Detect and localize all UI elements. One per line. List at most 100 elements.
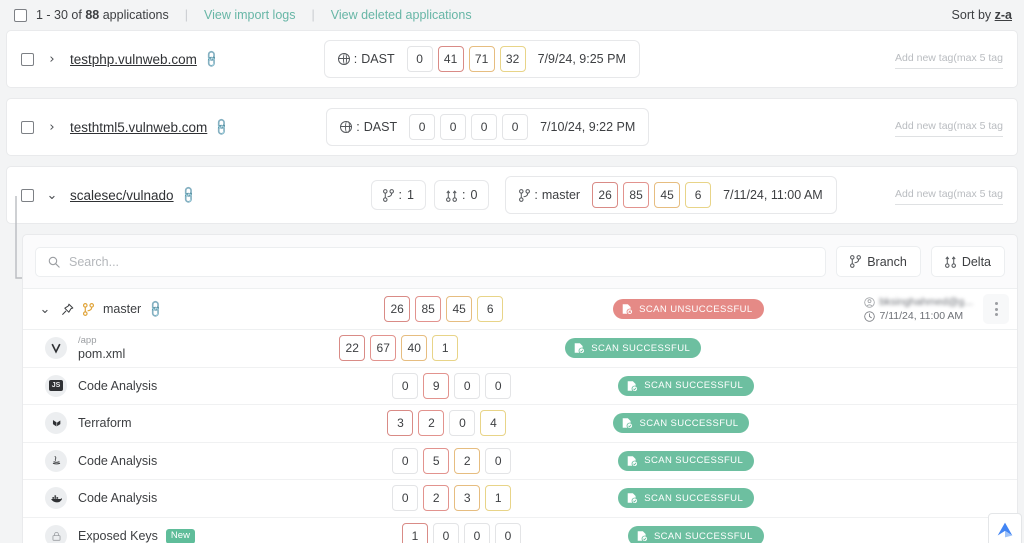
scan-success-icon [626, 455, 638, 467]
select-all-checkbox[interactable] [14, 9, 27, 22]
severity-badge-low[interactable]: 6 [477, 296, 503, 322]
scan-meta: bksinghahmed@g... 7/11/24, 11:00 AM [864, 296, 973, 322]
severity-badge-critical[interactable]: 26 [592, 182, 618, 208]
severity-badge-critical[interactable]: 26 [384, 296, 410, 322]
add-tag-input[interactable] [895, 186, 1003, 205]
scan-row[interactable]: Exposed KeysNew 1 0 0 0 SCAN SUCCESSFUL [23, 518, 1017, 543]
row-menu-button[interactable] [983, 294, 1009, 324]
severity-badge-low[interactable]: 0 [485, 448, 511, 474]
application-checkbox[interactable] [21, 121, 34, 134]
chevron-right-icon[interactable]: › [44, 120, 60, 135]
status-badge: SCAN SUCCESSFUL [613, 413, 749, 433]
severity-badge-critical[interactable]: 3 [387, 410, 413, 436]
chevron-down-icon[interactable]: ⌄ [44, 188, 60, 203]
application-row[interactable]: › testhtml5.vulnweb.com 🔗 : DAST 0 0 0 0 [7, 99, 1017, 155]
severity-badge-medium[interactable]: 0 [464, 523, 490, 543]
application-name-link[interactable]: testphp.vulnweb.com [70, 52, 197, 67]
severity-badge-critical[interactable]: 22 [339, 335, 365, 361]
sort-order-toggle[interactable]: z-a [995, 8, 1012, 22]
severity-badge-medium[interactable]: 40 [401, 335, 427, 361]
application-checkbox[interactable] [21, 53, 34, 66]
severity-badge-low[interactable]: 0 [495, 523, 521, 543]
delta-filter-button[interactable]: Delta [931, 246, 1005, 277]
severity-badge-medium[interactable]: 0 [449, 410, 475, 436]
view-deleted-applications-link[interactable]: View deleted applications [331, 8, 472, 22]
external-link-icon[interactable]: 🔗 [145, 299, 165, 319]
branch-count-pill[interactable]: : 1 [371, 180, 426, 210]
application-row[interactable]: ⌄ scalesec/vulnado 🔗 : 1 [7, 167, 1017, 223]
application-row[interactable]: › testphp.vulnweb.com 🔗 : DAST 0 41 71 3… [7, 31, 1017, 87]
search-input[interactable] [69, 255, 813, 269]
scan-row[interactable]: Code Analysis 0 5 2 0 SCAN SUCCESSFUL [23, 443, 1017, 481]
severity-badge-high[interactable]: 67 [370, 335, 396, 361]
severity-badge-high[interactable]: 2 [418, 410, 444, 436]
severity-badge-high[interactable]: 2 [423, 485, 449, 511]
severity-badge-low[interactable]: 32 [500, 46, 526, 72]
severity-badge-low[interactable]: 6 [685, 182, 711, 208]
severity-badge-critical[interactable]: 0 [409, 114, 435, 140]
add-tag-input[interactable] [895, 50, 1003, 69]
severity-badge-high[interactable]: 5 [423, 448, 449, 474]
severity-badge-medium[interactable]: 2 [454, 448, 480, 474]
status-label: SCAN SUCCESSFUL [644, 493, 743, 504]
severity-badge-medium[interactable]: 45 [446, 296, 472, 322]
view-import-logs-link[interactable]: View import logs [204, 8, 295, 22]
pin-icon[interactable] [61, 303, 74, 316]
sort-control: Sort by z-a [952, 8, 1012, 22]
severity-badge-low[interactable]: 0 [502, 114, 528, 140]
chevron-down-icon[interactable]: ⌄ [37, 302, 53, 317]
application-name-link[interactable]: scalesec/vulnado [70, 188, 174, 203]
scan-row[interactable]: JS Code Analysis 0 9 0 0 SCAN SUCCESSF [23, 368, 1017, 406]
branch-header-row[interactable]: ⌄ master 🔗 26 85 45 6 [23, 288, 1017, 330]
search-box[interactable] [35, 247, 826, 277]
severity-badge-high[interactable]: 9 [423, 373, 449, 399]
severity-badge-critical[interactable]: 0 [392, 448, 418, 474]
severity-badge-low[interactable]: 1 [432, 335, 458, 361]
severity-counts: 26 85 45 6 [384, 296, 503, 322]
severity-badge-critical[interactable]: 0 [392, 373, 418, 399]
help-widget-icon[interactable] [988, 513, 1022, 543]
external-link-icon[interactable]: 🔗 [178, 185, 198, 205]
count-suffix: applications [99, 8, 169, 22]
severity-counts: 0 41 71 32 [407, 46, 526, 72]
severity-badge-high[interactable]: 0 [440, 114, 466, 140]
toolbar-divider-2: | [311, 8, 314, 22]
branch-name-label: master [103, 302, 141, 316]
status-badge: SCAN SUCCESSFUL [628, 526, 764, 543]
branch-filter-button[interactable]: Branch [836, 246, 921, 277]
severity-badge-critical[interactable]: 0 [392, 485, 418, 511]
severity-badge-medium[interactable]: 45 [654, 182, 680, 208]
scan-name: Code Analysis [78, 491, 157, 505]
scan-row[interactable]: Terraform 3 2 0 4 SCAN SUCCESSFUL [23, 405, 1017, 443]
application-checkbox[interactable] [21, 189, 34, 202]
external-link-icon[interactable]: 🔗 [212, 117, 232, 137]
delta-count-prefix: : [462, 188, 465, 202]
application-name-link[interactable]: testhtml5.vulnweb.com [70, 120, 207, 135]
severity-badge-critical[interactable]: 1 [402, 523, 428, 543]
severity-badge-medium[interactable]: 0 [471, 114, 497, 140]
delta-count-pill[interactable]: : 0 [434, 180, 489, 210]
terraform-icon [45, 412, 67, 434]
external-link-icon[interactable]: 🔗 [201, 49, 221, 69]
severity-badge-medium[interactable]: 71 [469, 46, 495, 72]
severity-badge-high[interactable]: 85 [415, 296, 441, 322]
applications-page: 1 - 30 of 88 applications | View import … [0, 0, 1024, 543]
status-label: SCAN SUCCESSFUL [654, 531, 753, 542]
severity-badge-low[interactable]: 1 [485, 485, 511, 511]
severity-badge-high[interactable]: 85 [623, 182, 649, 208]
severity-badge-low[interactable]: 0 [485, 373, 511, 399]
severity-badge-critical[interactable]: 0 [407, 46, 433, 72]
scan-row[interactable]: Code Analysis 0 2 3 1 SCAN SUCCESSFUL [23, 480, 1017, 518]
severity-badge-medium[interactable]: 3 [454, 485, 480, 511]
lock-icon [45, 525, 67, 543]
status-badge: SCAN SUCCESSFUL [565, 338, 701, 358]
delta-count-value: 0 [470, 188, 477, 202]
severity-badge-medium[interactable]: 0 [454, 373, 480, 399]
scan-row[interactable]: /app pom.xml 22 67 40 1 SCAN SUCCESSFUL [23, 330, 1017, 368]
application-card: › testhtml5.vulnweb.com 🔗 : DAST 0 0 0 0 [6, 98, 1018, 156]
chevron-right-icon[interactable]: › [44, 52, 60, 67]
add-tag-input[interactable] [895, 118, 1003, 137]
severity-badge-low[interactable]: 4 [480, 410, 506, 436]
severity-badge-high[interactable]: 41 [438, 46, 464, 72]
severity-badge-high[interactable]: 0 [433, 523, 459, 543]
